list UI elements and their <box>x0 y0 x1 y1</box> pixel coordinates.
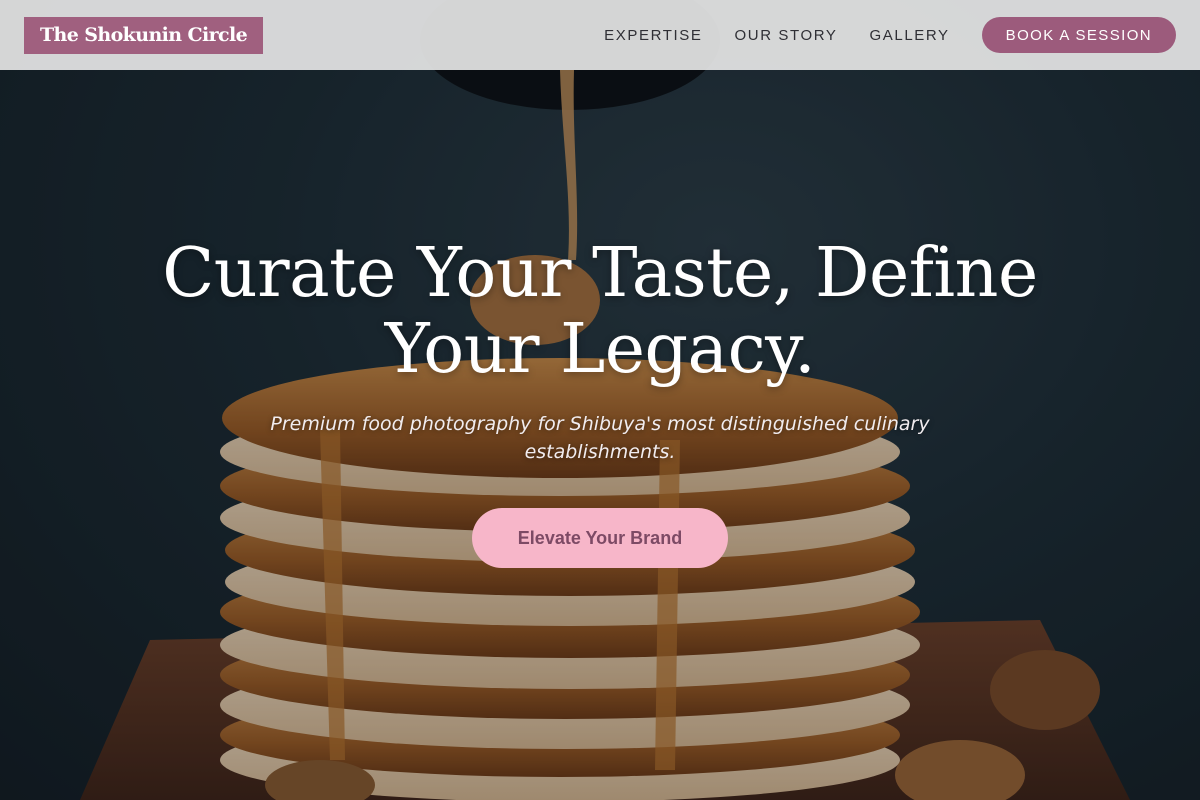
hero-headline-line-1: Curate Your Taste, Define <box>162 234 1038 313</box>
site-header: The Shokunin Circle EXPERTISE OUR STORY … <box>0 0 1200 70</box>
book-session-button[interactable]: BOOK A SESSION <box>981 17 1176 53</box>
nav-link-gallery[interactable]: GALLERY <box>870 27 950 44</box>
main-nav: EXPERTISE OUR STORY GALLERY BOOK A SESSI… <box>604 17 1176 53</box>
brand-logo[interactable]: The Shokunin Circle <box>24 16 264 54</box>
hero-content: Curate Your Taste, Define Your Legacy. P… <box>0 236 1200 568</box>
hero-headline-line-2: Your Legacy. <box>384 310 816 389</box>
elevate-brand-button[interactable]: Elevate Your Brand <box>472 508 728 568</box>
hero-subheadline: Premium food photography for Shibuya's m… <box>270 413 930 463</box>
nav-link-expertise[interactable]: EXPERTISE <box>604 27 702 44</box>
nav-link-our-story[interactable]: OUR STORY <box>735 27 838 44</box>
hero-headline: Curate Your Taste, Define Your Legacy. <box>150 236 1050 388</box>
